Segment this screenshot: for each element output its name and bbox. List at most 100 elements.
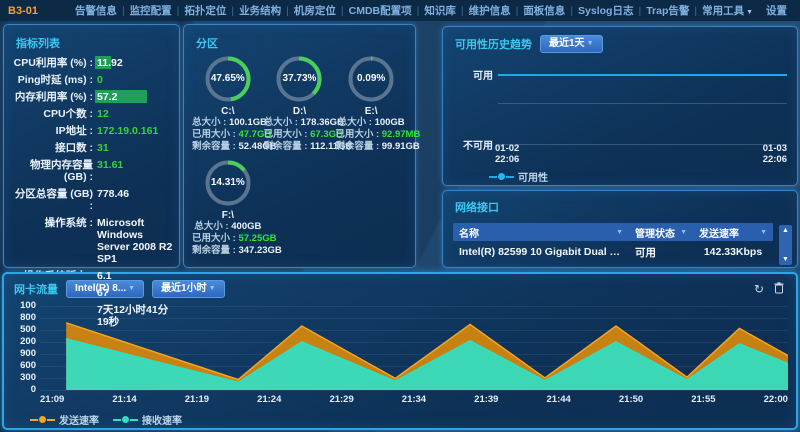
topbar: B3-01 告警信息|监控配置|拓扑定位|业务结构|机房定位|CMDB配置项|知… [0,0,800,21]
availability-range-dropdown[interactable]: 最近1天 ▼ [540,35,603,53]
table-scrollbar[interactable]: ▲ ▼ [779,225,792,265]
metric-value: 0 [97,74,173,86]
partition-card-3: 14.31%F:\总大小 : 400GB已用大小 : 57.25GB剩余容量 :… [192,157,264,257]
column-header-2[interactable]: 发送速率▼ [693,225,773,240]
partition-used-row: 已用大小 : 67.3GB [264,129,336,141]
partition-donut-chart: 0.09% [345,53,397,105]
traffic-x-axis: 21:0921:1421:1921:2421:2921:3421:3921:44… [40,394,788,405]
nav-item-4[interactable]: 机房定位 [289,3,341,18]
metric-label: 物理内存容量 (GB) : [10,159,97,183]
nav-item-7[interactable]: 维护信息 [464,3,516,18]
nav-item-5[interactable]: CMDB配置项 [344,3,417,18]
nav-item-8[interactable]: 面板信息 [518,3,570,18]
metric-value: 11.92 [97,57,173,69]
nav-item-settings[interactable]: 设置 [758,3,792,18]
availability-panel-title: 可用性历史趋势 [455,36,532,52]
partition-used-row: 已用大小 : 92.97MB [335,129,407,141]
nav-item-2[interactable]: 拓扑定位 [179,3,231,18]
interface-name: Intel(R) 82599 10 Gigabit Dual Port Netw… [453,246,629,258]
traffic-panel-title: 网卡流量 [14,281,58,297]
traffic-chart [40,306,788,390]
partitions-panel: 分区 47.65%C:\总大小 : 100.1GB已用大小 : 47.7GB剩余… [183,24,416,268]
availability-x-start: 01-0222:06 [495,143,519,165]
metric-label: 接口数 : [10,142,97,154]
metric-value-text: 12 [97,108,109,120]
traffic-legend: 发送速率 接收速率 [30,412,196,427]
metric-row-1: Ping时延 (ms) :0 [10,74,173,86]
nav-item-0[interactable]: 告警信息 [70,3,122,18]
metric-value-text: 172.19.0.161 [97,125,158,137]
metric-row-7: 分区总容量 (GB) :778.46 [10,188,173,212]
interfaces-table-header: 名称▼管理状态▼发送速率▼ [453,223,773,241]
metric-value: 57.2 [97,91,173,103]
column-header-1[interactable]: 管理状态▼ [629,225,693,240]
chevron-down-icon: ▼ [587,38,594,50]
metric-label: IP地址 : [10,125,97,137]
availability-up-row: 可用 [453,67,787,82]
partition-donut-chart: 37.73% [273,53,325,105]
metric-value: 31.61 [97,159,173,171]
x-tick-label: 21:50 [619,394,643,405]
metric-value-text: 67 [97,287,109,299]
top-nav: 告警信息|监控配置|拓扑定位|业务结构|机房定位|CMDB配置项|知识库|维护信… [70,3,792,18]
partition-row-label: 剩余容量 : [335,141,381,152]
legend-line-icon [47,419,55,421]
nav-item-6[interactable]: 知识库 [419,3,461,18]
metric-value: 31 [97,142,173,154]
partition-row-value: 100GB [375,117,405,128]
metric-value-text: 31.61 [97,159,123,171]
y-tick-label: 0 [8,385,36,395]
host-name: B3-01 [8,5,38,17]
partition-row-value: 400GB [231,221,261,232]
traffic-range-label: 最近1小时 [161,283,207,295]
partition-row-value: 347.23GB [238,245,281,256]
column-header-label: 发送速率 [699,225,739,240]
metric-label: 分区总容量 (GB) : [10,188,97,212]
y-tick-label: 800 [8,313,36,323]
refresh-icon[interactable]: ↻ [754,283,764,295]
column-header-label: 管理状态 [635,225,675,240]
nav-item-9[interactable]: Syslog日志 [573,3,638,18]
availability-x-end: 01-0322:06 [763,143,787,165]
legend-line-icon [489,176,497,178]
availability-series-line [498,74,787,76]
x-tick-label: 21:24 [257,394,281,405]
metric-row-4: IP地址 :172.19.0.161 [10,125,173,137]
nav-item-tools[interactable]: 常用工具▼ [697,3,758,18]
partition-total-row: 总大小 : 100GB [335,117,407,129]
traffic-legend-item-1[interactable]: 接收速率 [113,412,182,427]
interface-row-0[interactable]: Intel(R) 82599 10 Gigabit Dual Port Netw… [453,241,773,263]
metric-row-5: 接口数 :31 [10,142,173,154]
interfaces-table: 名称▼管理状态▼发送速率▼Intel(R) 82599 10 Gigabit D… [453,223,773,263]
scroll-up-icon[interactable]: ▲ [782,227,789,234]
partition-free-row: 剩余容量 : 99.91GB [335,141,407,153]
nav-item-3[interactable]: 业务结构 [234,3,286,18]
metrics-panel: 指标列表 CPU利用率 (%) :11.92Ping时延 (ms) :0内存利用… [3,24,180,268]
legend-label: 接收速率 [142,412,182,427]
column-header-0[interactable]: 名称▼ [453,225,629,240]
partition-row-label: 剩余容量 : [264,141,310,152]
traffic-range-dropdown[interactable]: 最近1小时 ▼ [152,280,225,298]
trash-icon[interactable] [774,282,784,296]
partition-row-label: 总大小 : [194,221,231,232]
traffic-legend-item-0[interactable]: 发送速率 [30,412,99,427]
metric-value-text: 31 [97,142,109,154]
metric-value-text: Microsoft Windows Server 2008 R2 SP1 [97,217,172,265]
nav-item-10[interactable]: Trap告警 [641,3,694,18]
partition-row-value: 99.91GB [382,141,420,152]
availability-legend-item[interactable]: 可用性 [489,169,548,184]
interfaces-panel-title: 网络接口 [455,199,499,215]
partition-percent: 14.31% [202,177,254,188]
partition-row-label: 剩余容量 : [192,141,238,152]
partition-percent: 0.09% [345,73,397,84]
metric-label: CPU利用率 (%) : [10,57,97,69]
scroll-down-icon[interactable]: ▼ [782,256,789,263]
metric-label: 内存利用率 (%) : [10,91,97,103]
nav-item-1[interactable]: 监控配置 [125,3,177,18]
sort-caret-icon: ▼ [616,229,623,236]
partition-total-row: 总大小 : 400GB [192,221,264,233]
partition-card-1: 37.73%D:\总大小 : 178.36GB已用大小 : 67.3GB剩余容量… [264,53,336,153]
partition-percent: 47.65% [202,73,254,84]
partition-row-label: 已用大小 : [335,129,381,140]
metric-row-0: CPU利用率 (%) :11.92 [10,57,173,69]
